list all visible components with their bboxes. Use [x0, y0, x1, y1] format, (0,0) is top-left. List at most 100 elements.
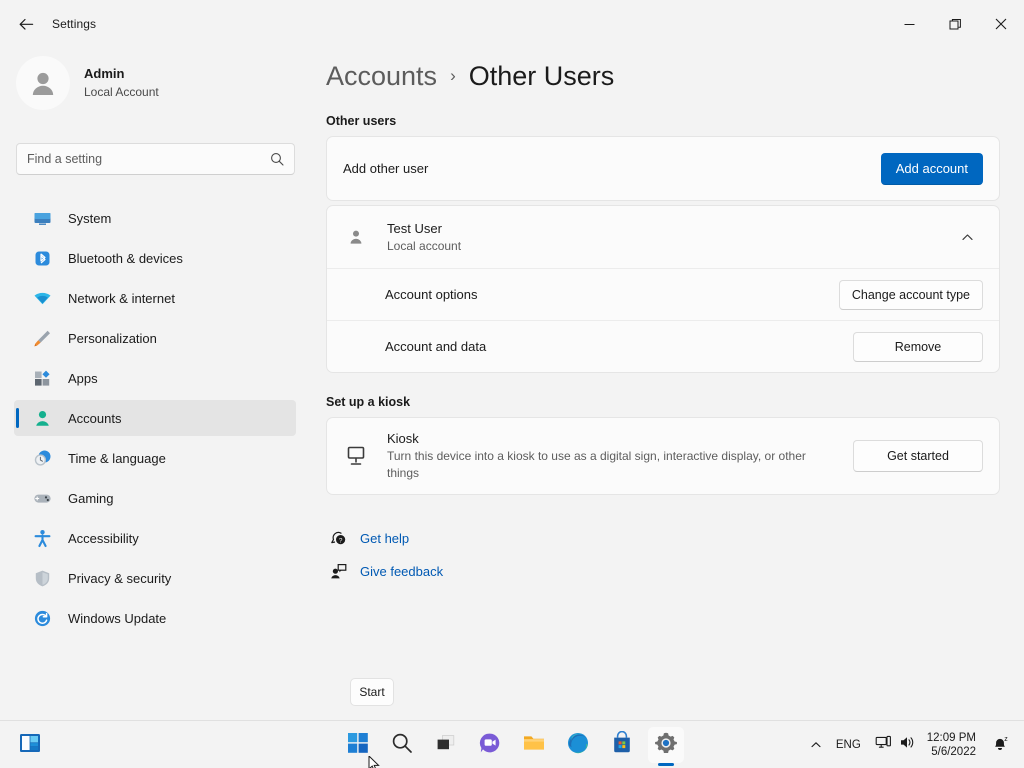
add-other-user-card: Add other user Add account [326, 136, 1000, 201]
maximize-button[interactable] [932, 0, 978, 48]
sidebar-item-label: Personalization [68, 331, 157, 346]
search-icon [391, 732, 413, 759]
close-button[interactable] [978, 0, 1024, 48]
network-volume-button[interactable] [868, 727, 923, 763]
sidebar-item-time-language[interactable]: Time & language [14, 440, 296, 476]
kiosk-row: Kiosk Turn this device into a kiosk to u… [327, 418, 999, 494]
close-icon [995, 18, 1007, 30]
person-avatar-icon [27, 67, 59, 99]
sidebar: Admin Local Account [0, 48, 320, 720]
sidebar-item-system[interactable]: System [14, 200, 296, 236]
account-options-label: Account options [385, 287, 839, 302]
svg-text:z: z [1004, 736, 1008, 743]
chat-button[interactable] [472, 727, 508, 763]
user-card: Test User Local account Account options … [326, 205, 1000, 373]
tray-expand-button[interactable] [803, 727, 829, 763]
user-name: Test User [387, 220, 951, 238]
small-person-icon [343, 228, 369, 246]
user-row[interactable]: Test User Local account [327, 206, 999, 268]
sidebar-item-gaming[interactable]: Gaming [14, 480, 296, 516]
avatar [16, 56, 70, 110]
search-icon [270, 152, 294, 166]
main-content: Accounts › Other Users Other users Add o… [320, 48, 1024, 720]
change-account-type-button[interactable]: Change account type [839, 280, 983, 310]
window-title: Settings [52, 17, 96, 31]
sidebar-item-label: Gaming [68, 491, 114, 506]
sidebar-item-accessibility[interactable]: Accessibility [14, 520, 296, 556]
settings-button[interactable] [648, 727, 684, 763]
notification-button[interactable]: z [984, 727, 1016, 763]
give-feedback-icon [326, 563, 350, 580]
kiosk-display-icon [343, 445, 369, 467]
sidebar-item-label: Bluetooth & devices [68, 251, 183, 266]
system-tray: ENG [803, 721, 1016, 768]
windows-logo-icon [347, 732, 369, 759]
sidebar-item-accounts[interactable]: Accounts [14, 400, 296, 436]
sidebar-item-label: Accounts [68, 411, 121, 426]
profile-subtitle: Local Account [84, 84, 159, 101]
svg-text:?: ? [338, 537, 342, 544]
add-account-button[interactable]: Add account [881, 153, 983, 185]
file-explorer-button[interactable] [516, 727, 552, 763]
sidebar-item-windows-update[interactable]: Windows Update [14, 600, 296, 636]
chevron-right-icon: › [450, 54, 456, 98]
accessibility-person-icon [32, 528, 52, 548]
minimize-icon [904, 19, 915, 30]
sidebar-item-label: System [68, 211, 111, 226]
minimize-button[interactable] [886, 0, 932, 48]
task-view-button[interactable] [428, 727, 464, 763]
accounts-person-icon [32, 408, 52, 428]
page-title: Other Users [469, 54, 615, 98]
give-feedback-link[interactable]: Give feedback [326, 556, 1024, 586]
kiosk-card: Kiosk Turn this device into a kiosk to u… [326, 417, 1000, 495]
gear-icon [654, 731, 678, 760]
notification-bell-icon: z [991, 734, 1009, 757]
search-input[interactable] [17, 152, 270, 166]
microsoft-store-icon [610, 731, 634, 760]
language-indicator[interactable]: ENG [829, 727, 868, 763]
update-refresh-icon [32, 608, 52, 628]
breadcrumb-parent[interactable]: Accounts [326, 54, 437, 98]
sidebar-item-personalization[interactable]: Personalization [14, 320, 296, 356]
sidebar-item-label: Time & language [68, 451, 166, 466]
sidebar-item-label: Network & internet [68, 291, 175, 306]
remove-button[interactable]: Remove [853, 332, 983, 362]
add-other-user-label: Add other user [343, 161, 881, 176]
sidebar-item-apps[interactable]: Apps [14, 360, 296, 396]
account-and-data-row: Account and data Remove [327, 320, 999, 372]
profile-card[interactable]: Admin Local Account [16, 56, 320, 110]
edge-button[interactable] [560, 727, 596, 763]
user-subtitle: Local account [387, 238, 951, 255]
kiosk-heading: Set up a kiosk [326, 395, 1024, 409]
gamepad-icon [32, 488, 52, 508]
search-box[interactable] [16, 143, 295, 175]
bluetooth-icon [32, 248, 52, 268]
maximize-icon [949, 18, 962, 31]
link-label: Get help [360, 531, 409, 546]
get-help-link[interactable]: ? Get help [326, 523, 1024, 553]
sidebar-item-label: Accessibility [68, 531, 139, 546]
add-other-user-row: Add other user Add account [327, 137, 999, 200]
sidebar-item-privacy-security[interactable]: Privacy & security [14, 560, 296, 596]
chevron-up-icon[interactable] [951, 231, 983, 244]
store-button[interactable] [604, 727, 640, 763]
search-button[interactable] [384, 727, 420, 763]
clock[interactable]: 12:09 PM 5/6/2022 [923, 731, 984, 759]
chevron-up-icon [810, 739, 822, 751]
back-button[interactable] [8, 8, 44, 40]
speaker-icon [899, 734, 916, 756]
clock-language-icon [32, 448, 52, 468]
sidebar-item-network-internet[interactable]: Network & internet [14, 280, 296, 316]
window-controls [886, 0, 1024, 48]
link-label: Give feedback [360, 564, 443, 579]
get-started-button[interactable]: Get started [853, 440, 983, 472]
folder-icon [522, 731, 546, 760]
sidebar-item-label: Privacy & security [68, 571, 171, 586]
kiosk-title: Kiosk [387, 430, 833, 448]
account-options-row: Account options Change account type [327, 268, 999, 320]
sidebar-nav: System Bluetooth & devices [14, 200, 296, 640]
start-overlay-button[interactable]: Start [350, 678, 394, 706]
sidebar-item-bluetooth-devices[interactable]: Bluetooth & devices [14, 240, 296, 276]
shield-icon [32, 568, 52, 588]
apps-icon [32, 368, 52, 388]
